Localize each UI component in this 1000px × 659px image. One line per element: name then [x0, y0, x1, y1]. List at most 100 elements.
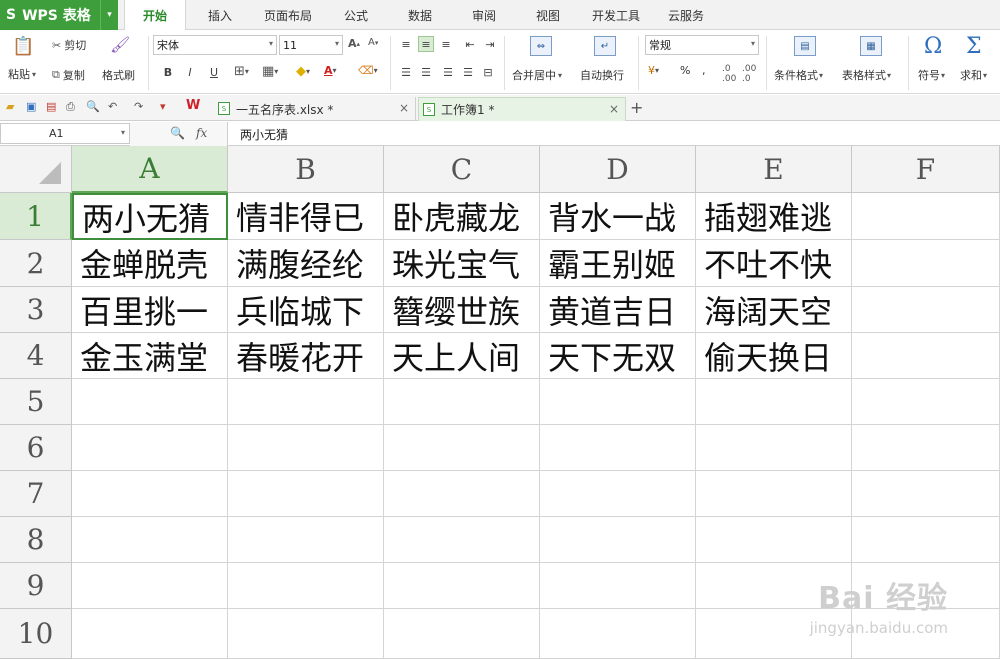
select-all-button[interactable] [0, 146, 72, 193]
fill-color-button[interactable]: ◆ ▾ [296, 64, 310, 79]
print-icon[interactable]: ⎙ [66, 100, 75, 114]
underline-button[interactable]: U [206, 64, 222, 80]
save-icon[interactable]: ▣ [26, 100, 36, 113]
grid-cell[interactable] [384, 563, 540, 609]
symbol-button[interactable]: 符号 ▾ [918, 67, 945, 83]
tab-cloud[interactable]: 云服务 [658, 0, 714, 30]
export-pdf-icon[interactable]: ▤ [46, 100, 56, 113]
grid-cell[interactable] [852, 517, 1000, 563]
indent-decrease-button[interactable]: ⇤ [462, 36, 478, 52]
justify-button[interactable]: ☰ [460, 64, 476, 80]
cell-c2[interactable]: 珠光宝气 [384, 240, 540, 287]
grid-cell[interactable] [72, 517, 228, 563]
align-middle-button[interactable]: ≡ [418, 36, 434, 52]
grid-cell[interactable] [540, 379, 696, 425]
comma-button[interactable]: , [702, 64, 706, 77]
grid-cell[interactable] [72, 471, 228, 517]
align-bottom-button[interactable]: ≡ [438, 36, 454, 52]
grid-cell[interactable] [72, 425, 228, 471]
cell-b4[interactable]: 春暖花开 [228, 333, 384, 379]
font-name-select[interactable]: 宋体 ▾ [153, 35, 277, 55]
search-icon[interactable]: 🔍 [170, 126, 185, 140]
grid-cell[interactable] [540, 517, 696, 563]
fx-button[interactable]: fx [196, 126, 207, 140]
cell-e3[interactable]: 海阔天空 [696, 287, 852, 333]
grid-cell[interactable] [72, 609, 228, 659]
row-header-9[interactable]: 9 [0, 563, 72, 609]
italic-button[interactable]: I [182, 64, 198, 80]
clear-format-button[interactable]: ⌫ ▾ [358, 64, 378, 77]
cell-f3[interactable] [852, 287, 1000, 333]
row-header-8[interactable]: 8 [0, 517, 72, 563]
grid-cell[interactable] [228, 563, 384, 609]
decrease-font-icon[interactable]: A ▾ [368, 37, 378, 48]
row-header-2[interactable]: 2 [0, 240, 72, 287]
sum-button[interactable]: 求和 ▾ [960, 67, 987, 83]
row-header-6[interactable]: 6 [0, 425, 72, 471]
row-header-10[interactable]: 10 [0, 609, 72, 659]
merge-center-icon[interactable]: ⇔ [530, 36, 552, 56]
brush-icon[interactable]: 🖌 [110, 35, 130, 54]
grid-cell[interactable] [228, 471, 384, 517]
cell-f4[interactable] [852, 333, 1000, 379]
grid-cell[interactable] [852, 379, 1000, 425]
number-format-select[interactable]: 常规 ▾ [645, 35, 759, 55]
grid-cell[interactable] [852, 425, 1000, 471]
grid-cell[interactable] [696, 471, 852, 517]
cell-a3[interactable]: 百里挑一 [72, 287, 228, 333]
grid-cell[interactable] [384, 517, 540, 563]
cell-f1[interactable] [852, 193, 1000, 240]
row-header-7[interactable]: 7 [0, 471, 72, 517]
formula-input[interactable]: 两小无猜 [240, 126, 288, 143]
merge-center-button[interactable]: 合并居中 ▾ [512, 67, 562, 83]
column-header-c[interactable]: C [384, 146, 540, 193]
cell-c4[interactable]: 天上人间 [384, 333, 540, 379]
tab-page-layout[interactable]: 页面布局 [256, 0, 320, 30]
align-left-button[interactable]: ☰ [398, 64, 414, 80]
column-header-f[interactable]: F [852, 146, 1000, 193]
percent-button[interactable]: % [680, 64, 690, 77]
tab-data[interactable]: 数据 [394, 0, 446, 30]
tab-home[interactable]: 开始 [124, 0, 186, 31]
wps-w-icon[interactable]: W [186, 98, 200, 113]
cell-e4[interactable]: 偷天换日 [696, 333, 852, 379]
grid-cell[interactable] [228, 379, 384, 425]
row-header-5[interactable]: 5 [0, 379, 72, 425]
conditional-format-button[interactable]: 条件格式 ▾ [774, 67, 823, 83]
cell-a2[interactable]: 金蝉脱壳 [72, 240, 228, 287]
grid-cell[interactable] [384, 379, 540, 425]
close-icon[interactable]: × [399, 101, 409, 115]
distribute-button[interactable]: ⊟ [480, 64, 496, 80]
font-size-select[interactable]: 11 ▾ [279, 35, 343, 55]
grid-cell[interactable] [540, 609, 696, 659]
merge-border-button[interactable]: ▦ ▾ [262, 64, 278, 79]
doc-tab-workbook[interactable]: S 工作簿1 * × [418, 97, 626, 121]
grid-cell[interactable] [384, 609, 540, 659]
omega-icon[interactable]: Ω [924, 34, 942, 59]
sigma-icon[interactable]: Σ [966, 34, 982, 59]
tab-formulas[interactable]: 公式 [330, 0, 382, 30]
grid-cell[interactable] [72, 563, 228, 609]
column-header-e[interactable]: E [696, 146, 852, 193]
increase-font-icon[interactable]: A ▴ [348, 37, 360, 50]
print-preview-icon[interactable]: 🔍 [86, 100, 100, 113]
grid-cell[interactable] [228, 425, 384, 471]
cell-f2[interactable] [852, 240, 1000, 287]
tab-review[interactable]: 审阅 [458, 0, 510, 30]
grid-cell[interactable] [540, 471, 696, 517]
increase-decimal-button[interactable]: .0.00 [722, 64, 736, 84]
cell-a1[interactable]: 两小无猜 [72, 193, 228, 240]
indent-increase-button[interactable]: ⇥ [482, 36, 498, 52]
paste-icon[interactable]: 📋 [12, 36, 34, 57]
grid-cell[interactable] [696, 517, 852, 563]
row-header-1[interactable]: 1 [0, 193, 72, 240]
cell-c1[interactable]: 卧虎藏龙 [384, 193, 540, 240]
cell-d2[interactable]: 霸王别姬 [540, 240, 696, 287]
wrap-text-icon[interactable]: ↵ [594, 36, 616, 56]
align-top-button[interactable]: ≡ [398, 36, 414, 52]
grid-cell[interactable] [852, 471, 1000, 517]
cell-b1[interactable]: 情非得已 [228, 193, 384, 240]
row-header-3[interactable]: 3 [0, 287, 72, 333]
undo-icon[interactable]: ↶ [108, 100, 117, 113]
cell-d1[interactable]: 背水一战 [540, 193, 696, 240]
